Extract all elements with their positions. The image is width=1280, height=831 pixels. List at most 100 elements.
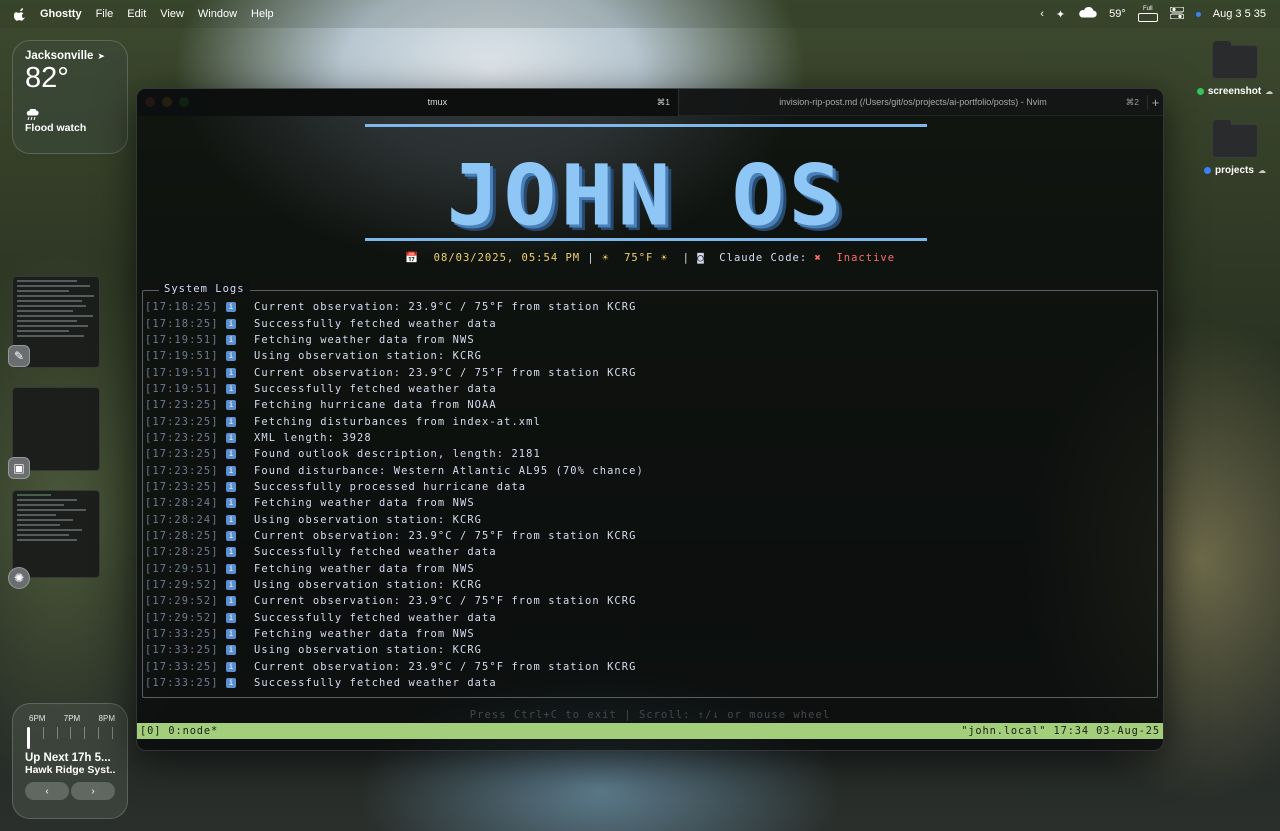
info-icon: i [226,530,236,541]
folder-label: projects [1215,165,1254,176]
battery-icon[interactable]: Full [1137,6,1158,22]
menu-edit[interactable]: Edit [127,8,146,20]
info-icon: i [226,302,236,313]
tag-dot-icon [1204,167,1212,174]
menu-file[interactable]: File [96,8,114,20]
tmux-session-window[interactable]: [0] 0:node* [140,725,218,737]
info-icon: i [226,367,236,378]
log-row: [17:23:25] i Fetching disturbances from in… [145,413,644,429]
calendar-next-button[interactable]: › [71,782,115,800]
log-message: Successfully fetched weather data [254,611,497,624]
log-row: [17:18:25] i Successfully fetched weather … [145,315,644,331]
terminal-area[interactable]: JOHN OS 📅 08/03/2025, 05:54 PM | ☀ 75°F … [137,116,1163,750]
menu-view[interactable]: View [160,8,184,20]
log-row: [17:23:25] i XML length: 3928 [145,430,644,446]
robot-icon: ◙ [697,252,705,264]
log-message: Fetching weather data from NWS [254,628,475,641]
menubar-clock[interactable]: Aug 3 5 35 [1213,8,1266,20]
log-message: Using observation station: KCRG [254,644,483,657]
log-list: [17:18:25] i Current observation: 23.9°C /… [145,299,644,691]
log-timestamp: [17:28:25] [145,529,219,542]
log-row: [17:33:25] i Current observation: 23.9°C /… [145,659,644,675]
calendar-prev-button[interactable]: ‹ [25,782,69,800]
log-timestamp: [17:23:25] [145,464,219,477]
ghostty-window: tmux ⌘1 invision-rip-post.md (/Users/git… [136,88,1164,751]
finder-app-icon[interactable]: ▣ [8,457,30,479]
info-icon: i [226,465,236,476]
log-row: [17:33:25] i Fetching weather data from NW… [145,626,644,642]
log-row: [17:23:25] i Successfully processed hurric… [145,479,644,495]
log-message: Using observation station: KCRG [254,513,483,526]
menubar-temperature[interactable]: 59° [1109,8,1126,20]
info-icon: i [226,596,236,607]
log-message: Current observation: 23.9°C / 75°F from … [254,595,637,608]
weather-widget[interactable]: Jacksonville ➤ 82° Flood watch [12,40,128,154]
apple-menu-icon[interactable] [13,8,26,21]
desktop-folder-screenshot[interactable]: screenshot ☁ [1195,41,1275,97]
window-titlebar: tmux ⌘1 invision-rip-post.md (/Users/git… [137,89,1163,116]
log-timestamp: [17:33:25] [145,628,219,641]
calendar-hour: 7PM [63,714,81,723]
location-arrow-icon: ➤ [97,50,105,61]
system-logs-panel[interactable]: System Logs [17:18:25] i Current observati… [142,283,1158,698]
menu-window[interactable]: Window [198,8,237,20]
log-timestamp: [17:19:51] [145,382,219,395]
log-message: Fetching hurricane data from NOAA [254,399,497,412]
cross-icon: ✖ [814,252,822,264]
tab-tmux[interactable]: tmux ⌘1 [137,89,678,116]
log-timestamp: [17:23:25] [145,480,219,493]
log-row: [17:28:25] i Successfully fetched weather … [145,544,644,560]
sparkle-icon[interactable]: ✦ [1056,8,1065,21]
info-icon: i [226,645,236,656]
folder-icon [1212,120,1258,158]
desktop-folder-projects[interactable]: projects ☁ [1195,120,1275,176]
window-thumbnail-editor[interactable] [12,490,100,578]
weather-condition: Flood watch [25,122,87,134]
log-message: Successfully processed hurricane data [254,480,527,493]
log-row: [17:19:51] i Successfully fetched weather … [145,381,644,397]
tab-nvim[interactable]: invision-rip-post.md (/Users/git/os/proj… [677,89,1147,116]
log-message: Successfully fetched weather data [254,382,497,395]
textedit-app-icon[interactable]: ✎ [8,345,30,367]
info-icon: i [226,416,236,427]
calendar-event-title: Hawk Ridge Syst... [25,764,115,776]
log-timestamp: [17:23:25] [145,431,219,444]
log-row: [17:33:25] i Successfully fetched weather … [145,675,644,691]
log-row: [17:23:25] i Fetching hurricane data from … [145,397,644,413]
new-tab-button[interactable]: + [1147,94,1163,110]
weather-temperature: 82° [25,62,69,94]
status-claude-label: Claude Code: [719,252,808,264]
log-message: Fetching weather data from NWS [254,333,475,346]
cloud-icon[interactable] [1077,7,1097,21]
log-message: Current observation: 23.9°C / 75°F from … [254,660,637,673]
log-message: Successfully fetched weather data [254,546,497,559]
log-row: [17:29:52] i Current observation: 23.9°C /… [145,593,644,609]
menu-app-name[interactable]: Ghostty [40,8,82,20]
tag-dot-icon [1196,88,1204,95]
info-icon: i [226,580,236,591]
log-message: Using observation station: KCRG [254,579,483,592]
rain-cloud-icon [25,108,115,121]
info-icon: i [226,400,236,411]
log-timestamp: [17:23:25] [145,399,219,412]
status-line: 📅 08/03/2025, 05:54 PM | ☀ 75°F ☀ | ◙ Cl… [404,252,896,264]
menu-help[interactable]: Help [251,8,274,20]
calendar-widget[interactable]: 6PM 7PM 8PM Up Next 17h 5... Hawk Ridge … [12,703,128,819]
log-row: [17:23:25] i Found outlook description, le… [145,446,644,462]
chevron-left-icon[interactable]: ‹ [1040,8,1044,20]
tab-title: tmux [427,97,448,107]
calendar-hour: 6PM [29,714,46,723]
info-icon: i [226,629,236,640]
weather-city-row: Jacksonville ➤ [25,50,115,62]
calendar-hour: 8PM [98,714,115,723]
info-icon: i [226,449,236,460]
control-center-icon[interactable] [1169,6,1185,22]
log-timestamp: [17:28:25] [145,546,219,559]
log-timestamp: [17:28:24] [145,513,219,526]
chatgpt-app-icon[interactable]: ✺ [8,567,30,589]
calendar-hours: 6PM 7PM 8PM [25,714,115,723]
log-message: Current observation: 23.9°C / 75°F from … [254,529,637,542]
battery-label: Full [1142,6,1153,12]
keyboard-hint: Press Ctrl+C to exit | Scroll: ↑/↓ or mo… [469,709,831,721]
log-message: Found outlook description, length: 2181 [254,448,541,461]
